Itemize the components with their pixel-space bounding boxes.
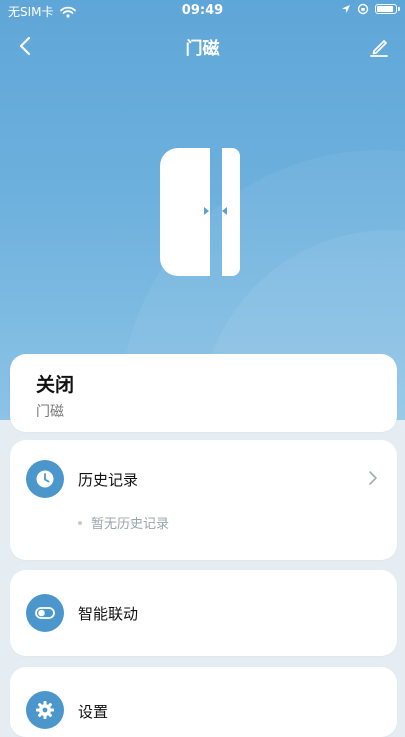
edit-pencil-icon[interactable] <box>365 32 393 60</box>
history-label: 历史记录 <box>78 471 139 489</box>
chevron-right-icon <box>369 471 377 485</box>
device-name-text: 门磁 <box>36 404 64 420</box>
settings-label: 设置 <box>78 703 109 721</box>
gear-icon <box>36 701 54 719</box>
linkage-label: 智能联动 <box>78 605 139 623</box>
history-icon-badge <box>26 460 64 498</box>
device-status-card: 关闭 门磁 <box>10 354 397 432</box>
history-empty-text: 暂无历史记录 <box>91 517 170 532</box>
page-title: 门磁 <box>185 39 220 59</box>
status-right-group <box>341 3 400 15</box>
battery-icon <box>375 4 400 14</box>
linkage-icon-badge <box>26 594 64 632</box>
location-arrow-icon <box>342 5 350 13</box>
toggle-icon <box>35 607 55 619</box>
history-card[interactable]: 历史记录 暂无历史记录 <box>10 440 397 560</box>
settings-icon-badge <box>26 691 64 729</box>
clock-icon <box>36 470 54 488</box>
history-empty-row: 暂无历史记录 <box>78 513 169 532</box>
status-bar: 无SIM卡 09:49 <box>0 0 405 22</box>
smart-linkage-card[interactable]: 智能联动 <box>10 570 397 656</box>
device-state-text: 关闭 <box>36 374 75 396</box>
bullet-dot <box>78 520 82 525</box>
nav-bar: 门磁 <box>0 28 405 64</box>
settings-card[interactable]: 设置 <box>10 667 397 737</box>
rotation-lock-icon <box>357 3 369 15</box>
door-sensor-illustration <box>160 148 240 276</box>
